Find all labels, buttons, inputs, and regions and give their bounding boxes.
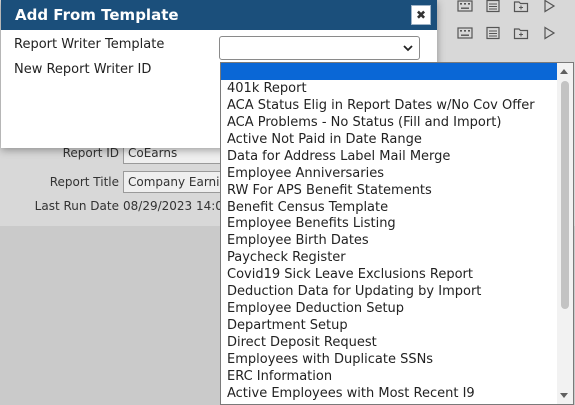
last-run-label: Last Run Date [34,199,119,213]
dropdown-option[interactable]: Employee Deduction Setup [221,300,557,317]
dropdown-option[interactable]: Active Not Paid in Date Range [221,131,557,148]
scrollbar[interactable] [557,63,573,404]
dialog-header: Add From Template ✖ [1,0,437,30]
dropdown-option[interactable]: Department Setup [221,317,557,334]
dropdown-option[interactable]: Deduction Data for Updating by Import [221,283,557,300]
report-title-field[interactable]: Company Earni [123,171,229,193]
chevron-down-icon [403,45,413,52]
scroll-thumb[interactable] [561,81,569,309]
keyboard-icon[interactable] [457,0,473,13]
dropdown-option[interactable]: Covid19 Sick Leave Exclusions Report [221,266,557,283]
dropdown-option[interactable]: Employees with Duplicate SSNs [221,351,557,368]
new-id-label: New Report Writer ID [14,62,152,77]
folder-add-icon[interactable] [513,26,529,40]
report-title-label: Report Title [49,175,119,189]
dropdown-option[interactable]: Data for Address Label Mail Merge [221,148,557,165]
close-icon[interactable]: ✖ [411,5,431,25]
last-run-value: 08/29/2023 14:0 [123,199,223,213]
dropdown-option[interactable]: Employee Birth Dates [221,232,557,249]
template-label: Report Writer Template [14,37,165,52]
dropdown-option[interactable]: Direct Deposit Request [221,334,557,351]
folder-add-icon[interactable] [513,0,529,13]
dropdown-option[interactable] [221,63,557,80]
dropdown-option[interactable]: 401k Report [221,80,557,97]
scroll-down-icon[interactable] [560,393,568,398]
dropdown-option[interactable]: Benefit Census Template [221,199,557,216]
dropdown-option[interactable]: Active Employees with Most Recent I9 [221,385,557,402]
template-select[interactable] [219,36,420,60]
dropdown-option[interactable]: ACA Problems - No Status (Fill and Impor… [221,114,557,131]
play-icon[interactable] [541,0,557,13]
keyboard-icon[interactable] [457,26,473,40]
scroll-up-icon[interactable] [560,69,568,74]
dialog-title: Add From Template [15,6,179,24]
dropdown-option[interactable]: Employee Benefits Listing [221,215,557,232]
play-icon[interactable] [541,26,557,40]
dropdown-option[interactable]: Paycheck Register [221,249,557,266]
dropdown-options: 401k Report ACA Status Elig in Report Dat… [221,63,557,402]
template-dropdown-list[interactable]: 401k Report ACA Status Elig in Report Dat… [220,62,574,405]
dropdown-option[interactable]: RW For APS Benefit Statements [221,182,557,199]
last-run-row: Last Run Date 08/29/2023 14:0 [0,199,223,213]
report-id-label: Report ID [62,146,119,160]
list-icon[interactable] [485,0,501,13]
toolbar-row-2 [457,22,557,44]
dropdown-option[interactable]: Employee Anniversaries [221,165,557,182]
dropdown-option[interactable]: ACA Status Elig in Report Dates w/No Cov… [221,97,557,114]
report-title-row: Report Title Company Earni [0,171,229,193]
toolbar-row-1 [457,0,557,17]
list-icon[interactable] [485,26,501,40]
dropdown-option[interactable]: ERC Information [221,368,557,385]
